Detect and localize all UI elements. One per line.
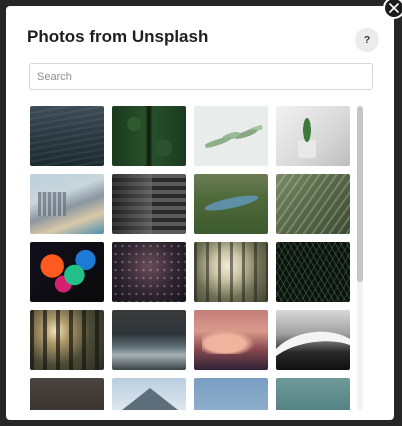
photo-blue-sky[interactable] [194, 378, 268, 410]
photo-teal-landscape[interactable] [276, 378, 350, 410]
photo-building-facade[interactable] [112, 174, 186, 234]
photo-raindrops[interactable] [112, 242, 186, 302]
scrollbar-track[interactable] [357, 106, 363, 410]
photo-pink-clouds[interactable] [194, 310, 268, 370]
search-input[interactable] [29, 63, 373, 90]
unsplash-dialog: Photos from Unsplash ? [6, 6, 394, 420]
photo-plant-vase[interactable] [276, 106, 350, 166]
dialog-title: Photos from Unsplash [27, 27, 209, 46]
photo-grid [30, 106, 360, 410]
close-button[interactable] [383, 0, 402, 19]
photo-palm-leaves[interactable] [276, 174, 350, 234]
photo-river-landscape[interactable] [194, 174, 268, 234]
photo-abstract-paint[interactable] [30, 242, 104, 302]
photo-snowy-mountain[interactable] [112, 378, 186, 410]
photo-dark-rocks[interactable] [30, 378, 104, 410]
photo-rocky-coast[interactable] [112, 310, 186, 370]
photo-forest-road-aerial[interactable] [112, 106, 186, 166]
photo-leaf-branch[interactable] [194, 106, 268, 166]
photo-curved-architecture[interactable] [276, 310, 350, 370]
help-button[interactable]: ? [355, 28, 379, 52]
photo-pine-branches[interactable] [276, 242, 350, 302]
scrollbar-thumb[interactable] [357, 106, 363, 283]
photo-ocean-water[interactable] [30, 106, 104, 166]
close-icon [389, 3, 399, 13]
photo-city-beach[interactable] [30, 174, 104, 234]
photo-sunlit-forest[interactable] [194, 242, 268, 302]
photo-forest-sunrays[interactable] [30, 310, 104, 370]
